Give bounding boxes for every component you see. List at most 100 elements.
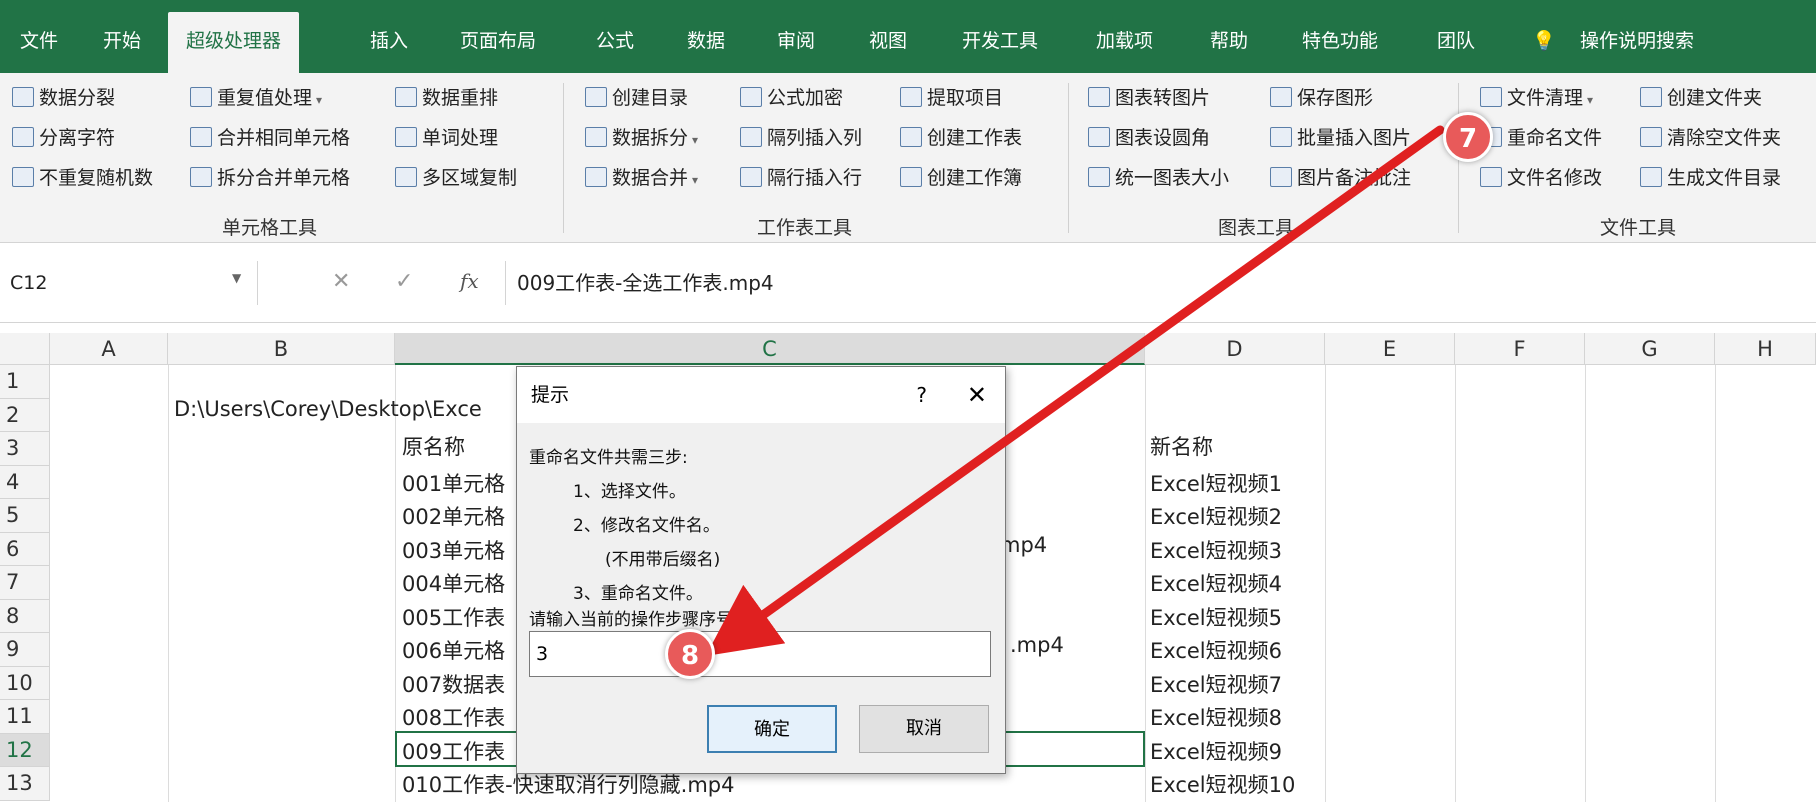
help-icon[interactable]: ?: [916, 367, 927, 423]
cell-original-name[interactable]: 002单元格: [402, 501, 505, 531]
ribbon-btn-separate-chars[interactable]: 分离字符: [12, 123, 115, 153]
formula-input[interactable]: 009工作表-全选工作表.mp4: [517, 261, 774, 305]
ribbon-btn-chart-round[interactable]: 图表设圆角: [1088, 123, 1210, 153]
ribbon-btn-clear-empty-folder[interactable]: 清除空文件夹: [1640, 123, 1781, 153]
ribbon-btn-image-comment[interactable]: 图片备注批注: [1270, 163, 1411, 193]
column-header-g[interactable]: G: [1585, 333, 1715, 365]
column-header-d[interactable]: D: [1145, 333, 1325, 365]
ribbon-btn-create-workbook[interactable]: 创建工作簿: [900, 163, 1022, 193]
cancel-icon[interactable]: ✕: [332, 269, 350, 294]
cell-b2[interactable]: D:\Users\Corey\Desktop\Exce: [174, 397, 482, 421]
ribbon-btn-word-process[interactable]: 单词处理: [395, 123, 498, 153]
ribbon-btn-create-folder[interactable]: 创建文件夹: [1640, 83, 1762, 113]
ribbon-btn-unique-random[interactable]: 不重复随机数: [12, 163, 153, 193]
cell-new-name[interactable]: Excel短视频4: [1150, 568, 1282, 598]
row-header[interactable]: 8: [0, 599, 50, 633]
cell-new-name[interactable]: Excel短视频6: [1150, 635, 1282, 665]
ribbon-btn-multi-copy[interactable]: 多区域复制: [395, 163, 517, 193]
ribbon-btn-batch-insert-image[interactable]: 批量插入图片: [1270, 123, 1411, 153]
row-header[interactable]: 5: [0, 499, 50, 533]
ribbon-btn-insert-rows[interactable]: 隔行插入行: [740, 163, 862, 193]
chevron-down-icon[interactable]: ▼: [232, 271, 241, 285]
cell-new-name[interactable]: Excel短视频3: [1150, 535, 1282, 565]
ok-button[interactable]: 确定: [707, 705, 837, 753]
ribbon-btn-save-shape[interactable]: 保存图形: [1270, 83, 1373, 113]
row-header[interactable]: 4: [0, 465, 50, 499]
cell-d3[interactable]: 新名称: [1150, 431, 1213, 461]
comment-icon: [1270, 167, 1292, 187]
name-box[interactable]: C12: [0, 261, 258, 305]
cell-original-name[interactable]: 007数据表: [402, 669, 505, 699]
ribbon-btn-merge-same[interactable]: 合并相同单元格: [190, 123, 350, 153]
cell-original-name[interactable]: 001单元格: [402, 468, 505, 498]
cell-c3[interactable]: 原名称: [402, 431, 465, 461]
insert-row-icon: [740, 167, 762, 187]
row-header[interactable]: 9: [0, 633, 50, 667]
row-header[interactable]: 1: [0, 365, 50, 399]
ribbon-btn-rename-files[interactable]: 重命名文件: [1480, 123, 1602, 153]
folder-icon: [1640, 87, 1662, 107]
cell-original-name[interactable]: 006单元格: [402, 635, 505, 665]
lock-icon: [740, 87, 762, 107]
ribbon-btn-create-toc[interactable]: 创建目录: [585, 83, 688, 113]
ribbon-btn-duplicates[interactable]: 重复值处理 ▾: [190, 83, 322, 113]
select-all-corner[interactable]: [0, 333, 50, 365]
step-badge-8: 8: [665, 629, 715, 679]
cell-new-name[interactable]: Excel短视频7: [1150, 669, 1282, 699]
ribbon-btn-chart-to-image[interactable]: 图表转图片: [1088, 83, 1210, 113]
group-label-chart-tools: 图表工具: [1218, 217, 1295, 239]
ribbon-btn-insert-cols[interactable]: 隔列插入列: [740, 123, 862, 153]
ribbon-btn-file-toc[interactable]: 生成文件目录: [1640, 163, 1781, 193]
row-header[interactable]: 13: [0, 767, 50, 801]
cancel-button[interactable]: 取消: [859, 705, 989, 753]
ribbon-btn-chart-size[interactable]: 统一图表大小: [1088, 163, 1229, 193]
edit-icon: [1480, 167, 1502, 187]
ribbon-btn-extract[interactable]: 提取项目: [900, 83, 1003, 113]
cell-new-name[interactable]: Excel短视频5: [1150, 602, 1282, 632]
gridline: [168, 365, 169, 802]
ribbon-btn-rearrange[interactable]: 数据重排: [395, 83, 498, 113]
ribbon-btn-unmerge[interactable]: 拆分合并单元格: [190, 163, 350, 193]
column-header-c[interactable]: C: [395, 333, 1145, 365]
ribbon-btn-formula-encrypt[interactable]: 公式加密: [740, 83, 843, 113]
ribbon-btn-filename-edit[interactable]: 文件名修改: [1480, 163, 1602, 193]
confirm-icon[interactable]: ✓: [395, 269, 413, 294]
column-header-b[interactable]: B: [168, 333, 395, 365]
cell-new-name[interactable]: Excel短视频8: [1150, 702, 1282, 732]
fx-icon[interactable]: fx: [460, 269, 479, 293]
column-header-e[interactable]: E: [1325, 333, 1455, 365]
dialog-title: 提示: [517, 367, 1005, 423]
column-header-f[interactable]: F: [1455, 333, 1585, 365]
row-header[interactable]: 7: [0, 566, 50, 600]
cell-original-name[interactable]: 004单元格: [402, 568, 505, 598]
chevron-down-icon: ▾: [1587, 93, 1594, 107]
formula-bar: C12 ▼ ✕ ✓ fx 009工作表-全选工作表.mp4: [0, 243, 1816, 323]
close-icon[interactable]: ✕: [967, 367, 987, 423]
cell-new-name[interactable]: Excel短视频9: [1150, 736, 1282, 766]
cell-original-name[interactable]: 008工作表: [402, 702, 505, 732]
cell-new-name[interactable]: Excel短视频1: [1150, 468, 1282, 498]
ribbon-btn-split-data[interactable]: 数据分裂: [12, 83, 115, 113]
row-header[interactable]: 3: [0, 432, 50, 466]
cell-original-name[interactable]: 005工作表: [402, 602, 505, 632]
column-header-h[interactable]: H: [1715, 333, 1816, 365]
cell-c9-tail: .mp4: [1010, 633, 1064, 657]
ribbon-btn-create-sheet[interactable]: 创建工作表: [900, 123, 1022, 153]
row-header[interactable]: 11: [0, 700, 50, 734]
row-header[interactable]: 2: [0, 398, 50, 432]
ribbon-btn-data-merge[interactable]: 数据合并 ▾: [585, 163, 698, 193]
row-header[interactable]: 6: [0, 532, 50, 566]
row-header[interactable]: 12: [0, 733, 50, 767]
gridline: [1145, 365, 1146, 802]
column-header-a[interactable]: A: [50, 333, 168, 365]
cell-new-name[interactable]: Excel短视频2: [1150, 501, 1282, 531]
step-number-input[interactable]: 3: [529, 631, 991, 677]
cell-new-name[interactable]: Excel短视频10: [1150, 769, 1295, 799]
row-header[interactable]: 10: [0, 666, 50, 700]
copy-icon: [395, 167, 417, 187]
ribbon-btn-file-clean[interactable]: 文件清理 ▾: [1480, 83, 1593, 113]
step-badge-7: 7: [1443, 112, 1493, 162]
ribbon-btn-data-split[interactable]: 数据拆分 ▾: [585, 123, 698, 153]
word-icon: [395, 127, 417, 147]
cell-original-name[interactable]: 003单元格: [402, 535, 505, 565]
